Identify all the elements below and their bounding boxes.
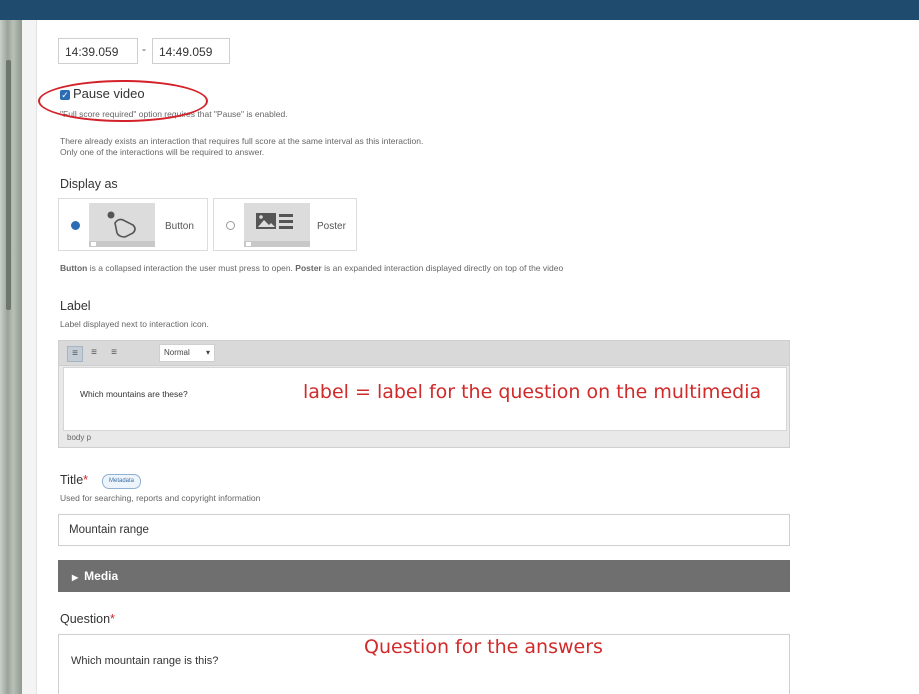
editor-path-footer: body p (67, 433, 92, 442)
format-value: Normal (164, 348, 190, 357)
label-heading: Label (60, 299, 91, 313)
background-strip (0, 20, 22, 694)
poster-preview-thumb (244, 203, 310, 247)
display-as-heading: Display as (60, 177, 118, 191)
required-mark: * (110, 612, 115, 626)
display-time-heading-partial (60, 20, 150, 26)
caret-right-icon: ▶ (72, 573, 79, 582)
display-option-poster[interactable]: Poster (213, 198, 357, 251)
desc-bold-button: Button (60, 263, 88, 273)
format-select[interactable]: Normal ▾ (159, 344, 215, 362)
align-center-icon[interactable]: ≡ (87, 346, 101, 360)
warning-line-1: There already exists an interaction that… (60, 136, 424, 146)
media-section-toggle[interactable]: ▶ Media (58, 560, 790, 592)
start-time-input[interactable]: 14:39.059 (58, 38, 138, 64)
desc-text-2: is an expanded interaction displayed dir… (321, 263, 564, 273)
media-label: Media (84, 569, 119, 583)
title-heading: Title* (60, 473, 88, 487)
top-bar (0, 0, 919, 20)
desc-text-1: is a collapsed interaction the user must… (87, 263, 296, 273)
button-preview-thumb (89, 203, 155, 247)
right-background (793, 20, 919, 694)
label-description: Label displayed next to interaction icon… (60, 319, 209, 329)
question-heading: Question* (60, 612, 115, 626)
warning-line-2: Only one of the interactions will be req… (60, 147, 265, 157)
question-annotation: Question for the answers (364, 636, 603, 658)
radio-button-selected[interactable] (71, 221, 80, 230)
display-option-button[interactable]: Button (58, 198, 208, 251)
radio-button-unselected[interactable] (226, 221, 235, 230)
align-left-icon[interactable]: ≡ (67, 346, 83, 362)
time-separator: - (142, 42, 146, 56)
metadata-button[interactable]: Metadata (102, 474, 142, 489)
question-heading-text: Question (60, 612, 111, 626)
desc-bold-poster: Poster (295, 263, 322, 273)
chevron-down-icon: ▾ (205, 348, 210, 357)
progress-bar (244, 241, 310, 247)
title-heading-text: Title (60, 473, 84, 487)
question-input-text: Which mountain range is this? (71, 655, 219, 667)
label-editor-text: Which mountains are these? (80, 389, 188, 399)
title-description: Used for searching, reports and copyrigh… (60, 493, 261, 503)
editor-toolbar: ≡ ≡ ≡ Normal ▾ (59, 341, 789, 366)
align-right-icon[interactable]: ≡ (107, 346, 121, 360)
end-time-input[interactable]: 14:49.059 (152, 38, 230, 64)
title-input[interactable]: Mountain range (58, 514, 790, 546)
label-annotation: label = label for the question on the mu… (303, 381, 762, 403)
option-label-button: Button (165, 221, 194, 232)
display-as-description: Button is a collapsed interaction the us… (60, 263, 563, 273)
required-mark: * (83, 473, 89, 487)
progress-bar (89, 241, 155, 247)
scrollbar[interactable] (6, 60, 11, 310)
option-label-poster: Poster (317, 221, 346, 232)
highlight-oval (38, 80, 208, 122)
